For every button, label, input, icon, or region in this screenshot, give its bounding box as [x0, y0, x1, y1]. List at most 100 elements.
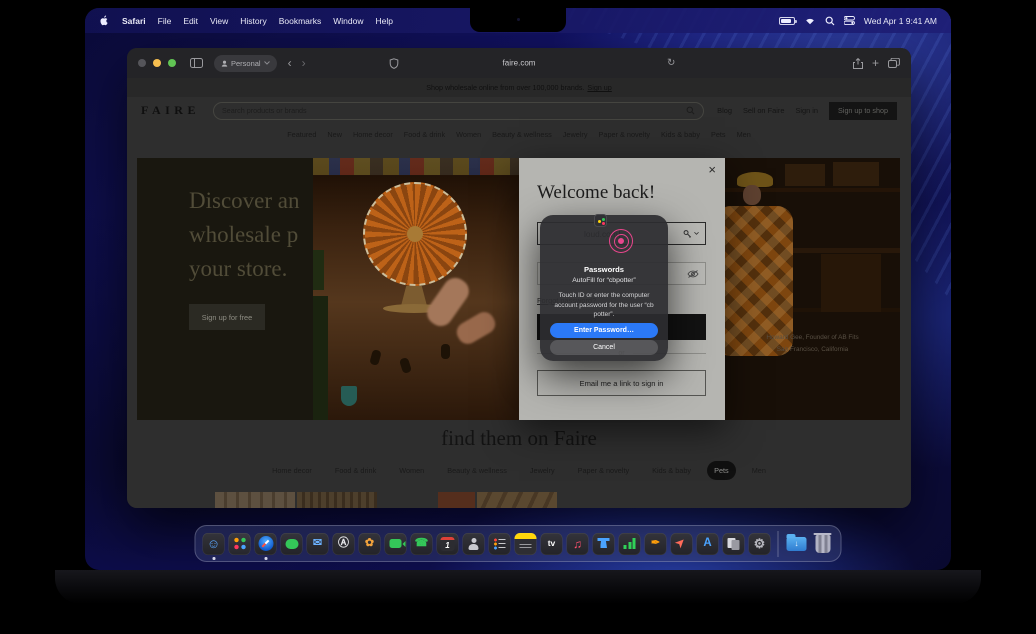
- menu-item-file[interactable]: File: [158, 16, 172, 26]
- pill-paper[interactable]: Paper & novelty: [571, 461, 637, 480]
- nav-jewelry[interactable]: Jewelry: [563, 130, 588, 139]
- dock-contacts-icon[interactable]: [463, 533, 485, 555]
- camera-dot: [517, 18, 520, 21]
- pill-beauty[interactable]: Beauty & wellness: [440, 461, 514, 480]
- nav-new[interactable]: New: [327, 130, 342, 139]
- product-card[interactable]: [297, 492, 377, 508]
- menu-item-edit[interactable]: Edit: [183, 16, 198, 26]
- dock-maps-icon[interactable]: Ⓐ: [333, 533, 355, 555]
- menubar-clock[interactable]: Wed Apr 1 9:41 AM: [864, 16, 937, 26]
- enter-password-button[interactable]: Enter Password…: [550, 323, 658, 338]
- category-nav: Featured New Home decor Food & drink Wom…: [127, 124, 911, 145]
- dock-calendar-icon[interactable]: 1: [437, 533, 459, 555]
- dock-phone-icon[interactable]: ☎: [411, 533, 433, 555]
- dock-keynote-icon[interactable]: [593, 533, 615, 555]
- pill-jewelry[interactable]: Jewelry: [523, 461, 562, 480]
- dock-messages-icon[interactable]: [281, 533, 303, 555]
- promo-signup-link[interactable]: Sign up: [587, 83, 611, 92]
- product-card[interactable]: [215, 492, 295, 508]
- dock-reminders-icon[interactable]: [489, 533, 511, 555]
- nav-women[interactable]: Women: [456, 130, 481, 139]
- nav-beauty[interactable]: Beauty & wellness: [492, 130, 552, 139]
- faire-logo[interactable]: FAIRE: [141, 103, 200, 118]
- new-tab-button[interactable]: +: [872, 57, 879, 69]
- nav-food-drink[interactable]: Food & drink: [404, 130, 445, 139]
- site-header: FAIRE Search products or brands Blog Sel…: [127, 97, 911, 124]
- pill-home-decor[interactable]: Home decor: [265, 461, 319, 480]
- cancel-button[interactable]: Cancel: [550, 340, 658, 355]
- promo-banner: Shop wholesale online from over 100,000 …: [127, 78, 911, 97]
- menu-item-window[interactable]: Window: [333, 16, 363, 26]
- product-cards-row: [127, 492, 911, 508]
- nav-featured[interactable]: Featured: [287, 130, 316, 139]
- menu-item-safari[interactable]: Safari: [122, 16, 146, 26]
- nav-paper[interactable]: Paper & novelty: [599, 130, 651, 139]
- window-minimize-button[interactable]: [153, 59, 161, 67]
- dock-app-store-icon[interactable]: A: [697, 533, 719, 555]
- nav-pets[interactable]: Pets: [711, 130, 726, 139]
- pill-men[interactable]: Men: [745, 461, 773, 480]
- share-icon[interactable]: [853, 58, 863, 69]
- back-button[interactable]: ‹: [288, 57, 292, 69]
- email-link-button[interactable]: Email me a link to sign in: [537, 370, 706, 396]
- window-close-button[interactable]: [138, 59, 146, 67]
- dock-facetime-icon[interactable]: [385, 533, 407, 555]
- pill-pets-active[interactable]: Pets: [707, 461, 736, 480]
- faire-search-input[interactable]: Search products or brands: [213, 102, 704, 120]
- battery-icon[interactable]: [779, 17, 795, 25]
- menu-item-history[interactable]: History: [240, 16, 266, 26]
- sign-up-free-button[interactable]: Sign up for free: [189, 304, 265, 330]
- dock-settings-icon[interactable]: ⚙: [749, 533, 771, 555]
- window-zoom-button[interactable]: [168, 59, 176, 67]
- dock-mail-icon[interactable]: ✉: [307, 533, 329, 555]
- sidebar-toggle-icon[interactable]: [190, 58, 203, 68]
- forward-button[interactable]: ›: [302, 57, 306, 69]
- dock-downloads-icon[interactable]: ↓: [786, 533, 808, 555]
- dock-tv-icon[interactable]: tv: [541, 533, 563, 555]
- safari-toolbar: Personal ‹ › faire.com ↻ +: [127, 48, 911, 78]
- search-icon[interactable]: [825, 16, 835, 26]
- menu-item-bookmarks[interactable]: Bookmarks: [279, 16, 322, 26]
- sign-up-to-shop-button[interactable]: Sign up to shop: [829, 102, 897, 120]
- address-bar[interactable]: faire.com: [503, 59, 536, 68]
- tab-overview-icon[interactable]: [888, 58, 900, 68]
- dock-apps-icon[interactable]: [229, 533, 251, 555]
- privacy-shield-icon[interactable]: [389, 58, 399, 69]
- dock-photos-icon[interactable]: ✿: [359, 533, 381, 555]
- profile-label: Personal: [231, 59, 261, 68]
- nav-men[interactable]: Men: [737, 130, 751, 139]
- pill-food-drink[interactable]: Food & drink: [328, 461, 383, 480]
- dialog-title: AutoFill for “cbpotter”: [540, 277, 668, 284]
- dock-music-icon[interactable]: ♫: [567, 533, 589, 555]
- nav-home-decor[interactable]: Home decor: [353, 130, 393, 139]
- menu-item-help[interactable]: Help: [375, 16, 392, 26]
- photo-caption: Howard Gee, Founder of AB Fits: [725, 334, 900, 341]
- sign-in-link[interactable]: Sign in: [795, 106, 818, 115]
- menu-item-view[interactable]: View: [210, 16, 228, 26]
- dock-numbers-icon[interactable]: [619, 533, 641, 555]
- dock-preview-icon[interactable]: [723, 533, 745, 555]
- pill-kids[interactable]: Kids & baby: [645, 461, 698, 480]
- apple-menu-icon[interactable]: [99, 14, 110, 27]
- passwords-key-icon[interactable]: [683, 229, 692, 238]
- control-center-icon[interactable]: [844, 16, 855, 25]
- sell-on-faire-link[interactable]: Sell on Faire: [743, 106, 785, 115]
- dock-trash-icon[interactable]: [812, 533, 834, 555]
- dock-pages-icon[interactable]: ✒: [645, 533, 667, 555]
- eye-slash-icon[interactable]: [687, 269, 699, 278]
- product-card[interactable]: [477, 492, 557, 508]
- reload-icon[interactable]: ↻: [667, 58, 675, 69]
- person-icon: [221, 60, 228, 67]
- dock-notes-icon[interactable]: [515, 533, 537, 555]
- close-icon[interactable]: ×: [708, 163, 716, 176]
- profile-switcher[interactable]: Personal: [214, 55, 277, 72]
- blog-link[interactable]: Blog: [717, 106, 732, 115]
- wifi-icon[interactable]: [804, 16, 816, 25]
- dock-safari-icon[interactable]: [255, 533, 277, 555]
- laptop-base: [55, 570, 981, 604]
- dock-launchpad-icon[interactable]: ➤: [671, 533, 693, 555]
- nav-kids[interactable]: Kids & baby: [661, 130, 700, 139]
- product-card[interactable]: [438, 492, 475, 508]
- dock-finder-icon[interactable]: ☺: [203, 533, 225, 555]
- pill-women[interactable]: Women: [392, 461, 431, 480]
